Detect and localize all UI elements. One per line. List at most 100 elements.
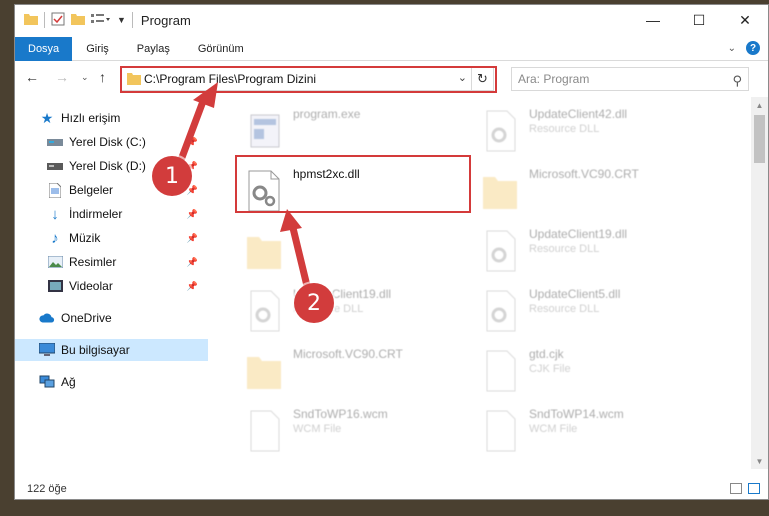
file-type: Resource DLL [529, 123, 600, 135]
help-icon[interactable]: ? [746, 41, 760, 55]
tab-gorunum[interactable]: Görünüm [184, 37, 258, 61]
pin-icon[interactable]: 📌 [187, 233, 198, 244]
sidebar-item-music[interactable]: ♪ Müzik 📌 [15, 227, 208, 249]
toolbar-separator [131, 12, 133, 28]
sidebar-item-pictures[interactable]: Resimler 📌 [15, 251, 208, 273]
file-item[interactable]: Microsoft.VC90.CRT [239, 341, 469, 397]
folder-icon [24, 13, 38, 28]
sidebar-item-label: Hızlı erişim [61, 111, 121, 125]
vertical-scrollbar[interactable]: ▲ ▼ [751, 97, 768, 469]
tab-giris[interactable]: Giriş [72, 37, 123, 61]
pin-icon[interactable]: 📌 [187, 281, 198, 292]
file-item[interactable]: UpdateClient42.dll Resource DLL [475, 101, 705, 157]
sidebar-item-this-pc[interactable]: Bu bilgisayar [15, 339, 208, 361]
star-icon: ★ [40, 109, 54, 126]
dll-icon [481, 229, 519, 273]
close-button[interactable]: ✕ [722, 5, 768, 35]
folder-icon [245, 349, 283, 393]
tab-dosya[interactable]: Dosya [15, 36, 73, 61]
sidebar-item-label: Belgeler [69, 183, 114, 197]
file-icon [245, 409, 283, 453]
maximize-button[interactable]: ☐ [676, 5, 722, 35]
file-name: gtd.cjk [529, 347, 564, 361]
up-arrow-icon[interactable]: ↑ [99, 69, 106, 85]
ribbon-tabs: Dosya Giriş Paylaş Görünüm ⌄ ? [15, 36, 768, 61]
navigation-bar: ← → ⌄ ↑ C:\Program Files\Program Dizini … [15, 65, 768, 93]
status-bar: 122 öğe [15, 479, 768, 499]
pin-icon[interactable]: 📌 [187, 257, 198, 268]
sidebar-item-network[interactable]: Ağ [15, 371, 208, 393]
file-icon [481, 409, 519, 453]
new-folder-icon[interactable] [71, 13, 85, 28]
search-input[interactable]: Ara: Program ⚲ [511, 67, 749, 91]
file-name: SndToWP14.wcm [529, 407, 624, 421]
file-item[interactable] [239, 221, 469, 277]
sidebar-item-label: Videolar [69, 279, 113, 293]
callout-step-1: 1 [152, 156, 192, 196]
sidebar-item-label: Ağ [61, 375, 76, 389]
drive-icon [47, 134, 63, 150]
scroll-up-icon[interactable]: ▲ [751, 97, 768, 113]
item-count: 122 öğe [27, 483, 67, 495]
window-title: Program [140, 12, 191, 28]
file-item[interactable]: UpdateClient19.dll Resource DLL [475, 221, 705, 277]
file-list: program.exe UpdateClient42.dll Resource … [229, 97, 744, 469]
folder-icon [481, 169, 519, 213]
details-view-icon[interactable] [730, 483, 742, 494]
sidebar-item-local-disk-c[interactable]: Yerel Disk (C:) 📌 [15, 131, 208, 153]
callout-step-2: 2 [294, 283, 334, 323]
chevron-down-icon[interactable]: ▼ [117, 15, 126, 25]
file-name: UpdateClient5.dll [529, 287, 621, 301]
chevron-down-icon[interactable]: ⌄ [728, 43, 736, 54]
file-name: Microsoft.VC90.CRT [293, 347, 403, 361]
file-name: SndToWP16.wcm [293, 407, 388, 421]
file-item[interactable]: UpdateClient5.dll Resource DLL [475, 281, 705, 337]
file-name: UpdateClient19.dll [529, 227, 628, 241]
computer-icon [39, 342, 55, 358]
recent-locations-chevron-icon[interactable]: ⌄ [81, 72, 89, 83]
tab-paylas[interactable]: Paylaş [123, 37, 184, 61]
forward-arrow-icon[interactable]: → [55, 69, 69, 85]
file-type: Resource DLL [529, 243, 600, 255]
pin-icon[interactable]: 📌 [187, 209, 198, 220]
file-item[interactable]: SndToWP16.wcm WCM File [239, 401, 469, 457]
scroll-down-icon[interactable]: ▼ [751, 453, 768, 469]
window-controls: — ☐ ✕ [630, 5, 768, 35]
sidebar-item-label: Yerel Disk (C:) [69, 135, 146, 149]
video-icon [47, 278, 63, 294]
search-icon: ⚲ [732, 73, 742, 88]
picture-icon [47, 254, 63, 270]
large-icons-view-icon[interactable] [748, 483, 760, 494]
sidebar-item-onedrive[interactable]: OneDrive [15, 307, 208, 329]
cloud-icon [39, 310, 55, 326]
customize-toolbar-icon[interactable] [91, 13, 111, 28]
music-icon: ♪ [51, 229, 59, 247]
quick-access-toolbar: ▼ [15, 12, 133, 29]
file-type: CJK File [529, 363, 571, 375]
file-name: UpdateClient42.dll [529, 107, 628, 121]
dll-icon [481, 289, 519, 333]
file-item[interactable]: SndToWP14.wcm WCM File [475, 401, 705, 457]
search-placeholder: Ara: Program [518, 72, 590, 86]
highlight-box-address [120, 66, 497, 93]
dll-icon [245, 289, 283, 333]
file-type: Resource DLL [529, 303, 600, 315]
sidebar-item-quick-access[interactable]: ★ Hızlı erişim [15, 107, 208, 129]
minimize-button[interactable]: — [630, 5, 676, 35]
document-icon [47, 182, 63, 198]
scroll-thumb[interactable] [754, 115, 765, 163]
file-type: WCM File [529, 423, 578, 435]
file-item[interactable]: gtd.cjk CJK File [475, 341, 705, 397]
sidebar-item-label: OneDrive [61, 311, 112, 325]
file-item[interactable]: program.exe [239, 101, 469, 157]
back-arrow-icon[interactable]: ← [25, 69, 39, 85]
drive-icon [47, 158, 63, 174]
pin-icon[interactable]: 📌 [187, 137, 198, 148]
sidebar-item-videos[interactable]: Videolar 📌 [15, 275, 208, 297]
file-item[interactable]: Microsoft.VC90.CRT [475, 161, 705, 217]
sidebar-item-downloads[interactable]: ↓ İndirmeler 📌 [15, 203, 208, 225]
file-name: Microsoft.VC90.CRT [529, 167, 639, 181]
properties-icon[interactable] [51, 12, 65, 29]
file-item[interactable]: UpdateClient19.dll Resource DLL [239, 281, 469, 337]
file-name: program.exe [293, 107, 361, 121]
